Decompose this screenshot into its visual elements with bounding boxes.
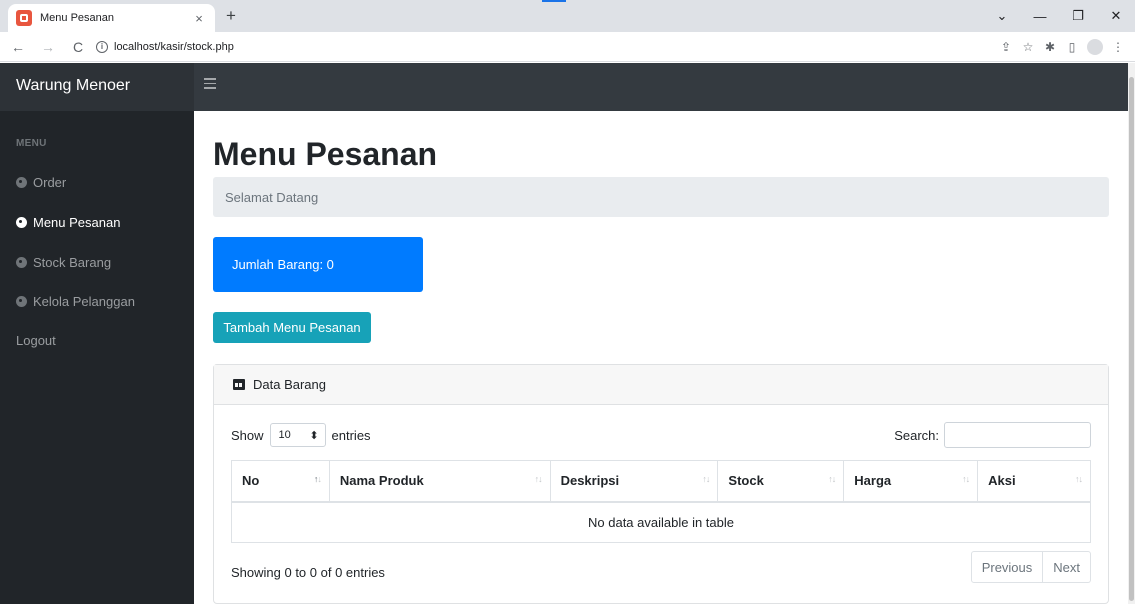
top-navbar: Warung Menoer [0,63,1128,111]
data-card: Data Barang Show 10 ⬍ entries Search: No… [213,364,1109,604]
column-header-aksi[interactable]: Aksi ↑↓ [977,460,1091,503]
address-bar[interactable]: i localhost/kasir/stock.php [88,36,968,58]
entries-value: 10 [278,429,291,441]
tab-close-icon[interactable]: × [191,11,207,26]
sort-icon: ↑↓ [962,474,970,484]
sidebar-toggle-icon[interactable] [204,78,216,92]
main-content: Menu Pesanan Selamat Datang Jumlah Baran… [194,111,1128,604]
sidebar-item-order[interactable]: Order [16,175,66,190]
bookmark-star-icon[interactable]: ☆ [1017,40,1039,54]
sidebar-item-label: Order [33,175,67,190]
sort-icon: ↑↓ [1075,474,1083,484]
previous-page-button[interactable]: Previous [970,551,1044,583]
restore-icon[interactable]: ❐ [1059,8,1097,24]
sidebar: MENU Order Menu Pesanan Stock Barang Kel… [0,111,194,604]
browser-tab[interactable]: Menu Pesanan × [8,4,215,32]
empty-table-message: No data available in table [231,501,1091,543]
next-page-button[interactable]: Next [1043,551,1091,583]
tab-title: Menu Pesanan [40,12,114,24]
url-text: localhost/kasir/stock.php [114,41,234,53]
column-header-nama-produk[interactable]: Nama Produk ↑↓ [328,460,551,503]
profile-avatar-icon[interactable] [1087,39,1103,55]
page-scrollbar[interactable] [1128,63,1135,604]
card-title: Data Barang [253,377,326,392]
show-label: Show [231,427,264,443]
site-info-icon[interactable]: i [96,41,108,53]
breadcrumb: Selamat Datang [213,177,1109,217]
column-header-stock[interactable]: Stock ↑↓ [717,460,845,503]
search-input[interactable] [944,422,1091,448]
stat-card-label: Jumlah Barang: 0 [232,257,334,272]
sidebar-item-stock-barang[interactable]: Stock Barang [16,255,111,270]
entries-select[interactable]: 10 ⬍ [269,423,326,447]
scrollbar-thumb[interactable] [1129,77,1134,601]
add-menu-button[interactable]: Tambah Menu Pesanan [213,312,371,343]
column-header-harga[interactable]: Harga ↑↓ [843,460,979,503]
sidebar-item-kelola-pelanggan[interactable]: Kelola Pelanggan [16,294,135,309]
forward-icon[interactable]: → [38,39,58,55]
browser-toolbar: ← → C i localhost/kasir/stock.php ⇪ ☆ ✱ … [0,32,1135,62]
table-info: Showing 0 to 0 of 0 entries [231,565,385,580]
back-icon[interactable]: ← [8,39,28,55]
sort-icon: ↑↓ [828,474,836,484]
data-table: No ↑↓ Nama Produk ↑↓ Deskripsi ↑↓ Stock ↑↓ H… [231,460,1091,543]
table-search-control: Search: [894,422,1091,448]
sidebar-heading: MENU [16,138,47,149]
column-header-no[interactable]: No ↑↓ [231,460,330,503]
table-icon [233,379,245,390]
brand-link[interactable]: Warung Menoer [16,77,130,95]
dashboard-icon [16,257,27,268]
sort-icon: ↑↓ [702,474,710,484]
kebab-menu-icon[interactable]: ⋮ [1107,40,1129,54]
web-page: Warung Menoer MENU Order Menu Pesanan St… [0,63,1135,604]
column-header-deskripsi[interactable]: Deskripsi ↑↓ [549,460,719,503]
share-icon[interactable]: ⇪ [995,40,1017,54]
sidebar-item-label: Kelola Pelanggan [33,294,135,309]
reload-icon[interactable]: C [68,39,88,55]
sort-icon: ↑↓ [313,474,322,484]
close-window-icon[interactable]: ✕ [1097,8,1135,24]
select-arrows-icon: ⬍ [309,429,319,442]
sort-icon: ↑↓ [534,474,543,484]
toolbar-actions: ⇪ ☆ ✱ ▯ ⋮ [995,32,1129,62]
brand-area: Warung Menoer [0,63,194,111]
sidebar-item-label: Stock Barang [33,255,112,270]
entries-label: entries [331,427,371,443]
tab-loading-indicator [542,0,566,2]
window-controls: ⌄ — ❐ ✕ [983,0,1135,32]
favicon-icon [16,10,32,26]
extensions-icon[interactable]: ✱ [1039,40,1061,54]
card-header: Data Barang [214,365,1108,405]
sidebar-item-menu-pesanan[interactable]: Menu Pesanan [16,215,120,230]
minimize-icon[interactable]: — [1021,9,1059,24]
dashboard-icon [16,296,27,307]
page-title: Menu Pesanan [213,136,438,172]
breadcrumb-item: Selamat Datang [225,189,319,205]
browser-tab-bar: Menu Pesanan × + ⌄ — ❐ ✕ [0,0,1135,32]
tab-search-icon[interactable]: ⌄ [983,8,1021,24]
pagination: Previous Next [970,551,1091,583]
side-panel-icon[interactable]: ▯ [1061,40,1083,54]
sidebar-item-logout[interactable]: Logout [16,333,56,348]
table-header-row: No ↑↓ Nama Produk ↑↓ Deskripsi ↑↓ Stock ↑↓ H… [231,460,1091,503]
table-row: No data available in table [231,501,1091,543]
entries-length-control: Show 10 ⬍ entries [231,423,371,447]
sidebar-item-label: Menu Pesanan [33,215,121,230]
dashboard-icon [16,217,27,228]
search-label: Search: [894,427,939,443]
dashboard-icon [16,177,27,188]
new-tab-icon[interactable]: + [222,7,240,24]
stat-card-jumlah-barang: Jumlah Barang: 0 [213,237,423,292]
